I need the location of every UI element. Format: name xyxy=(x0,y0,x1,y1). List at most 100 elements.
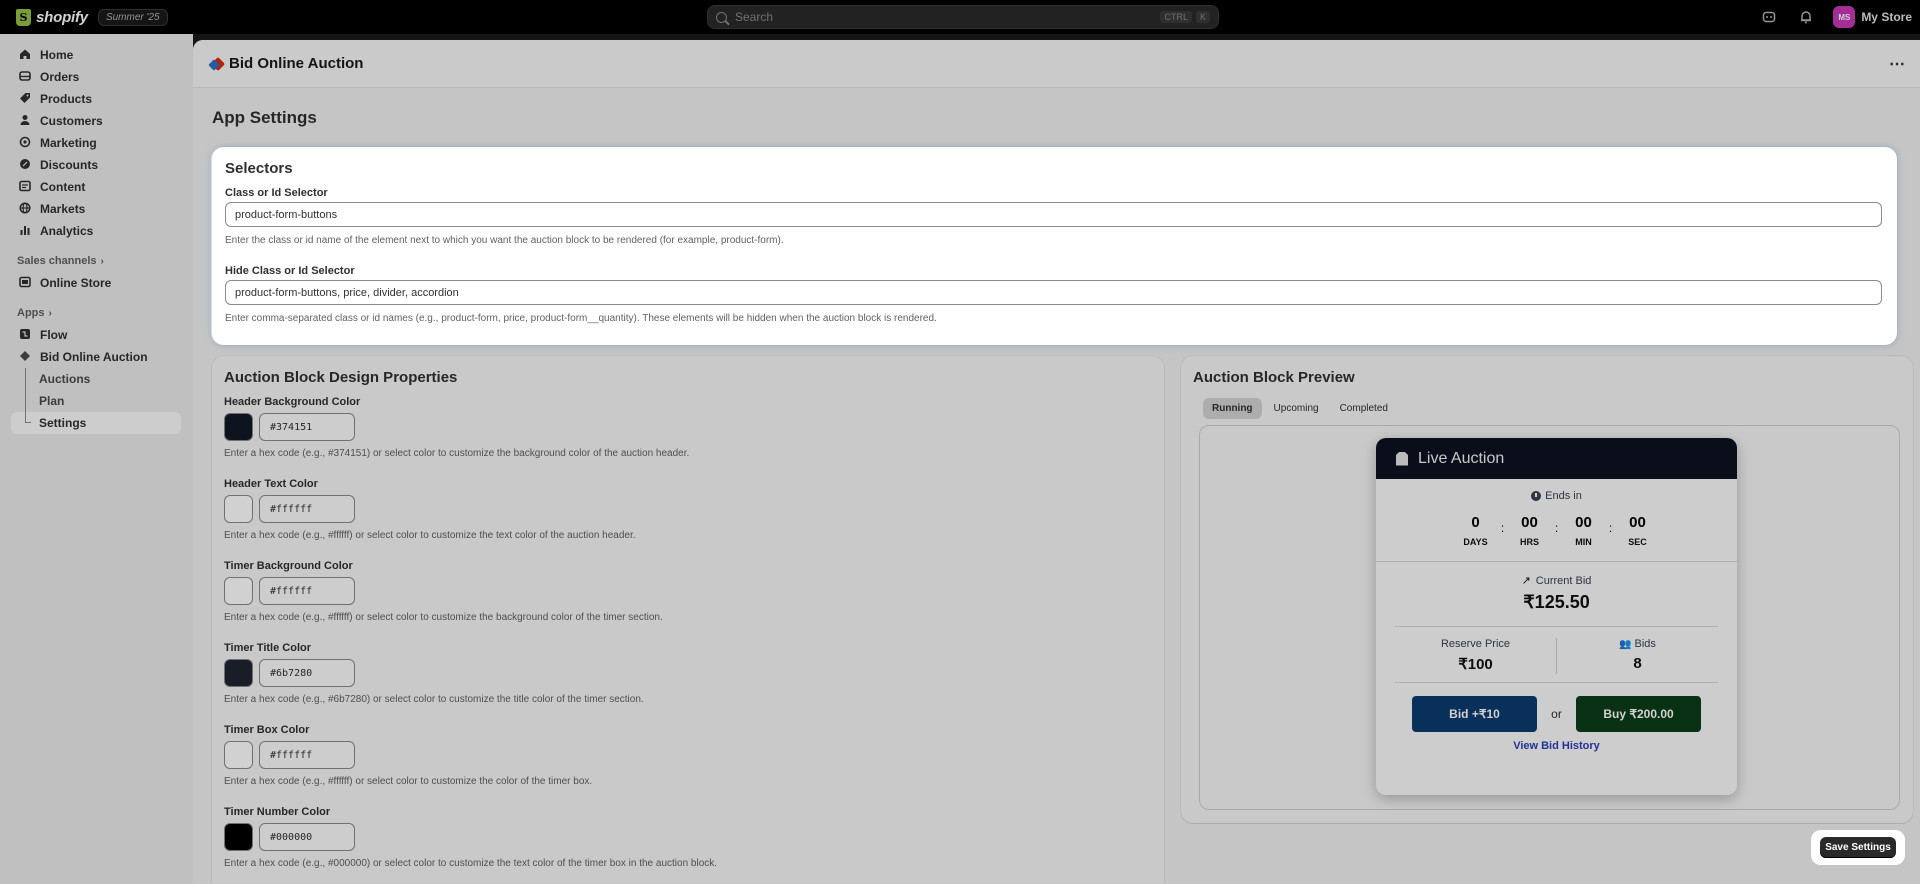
tab-completed[interactable]: Completed xyxy=(1331,398,1397,419)
ends-in-label: Ends in xyxy=(1376,490,1737,502)
buy-now-button[interactable]: Buy ₹200.00 xyxy=(1576,696,1701,732)
sidebar-item-markets[interactable]: Markets xyxy=(0,198,193,220)
color-swatch[interactable] xyxy=(224,823,253,851)
sidebar-item-bid-online-auction[interactable]: Bid Online Auction xyxy=(0,346,193,368)
bids-label: 👥 Bids xyxy=(1557,638,1718,650)
timer-unit: HRS xyxy=(1519,537,1539,547)
hide-selector-label: Hide Class or Id Selector xyxy=(225,265,355,277)
auction-app-icon xyxy=(19,350,31,365)
auction-stats: Reserve Price ₹100 👥 Bids 8 xyxy=(1395,627,1718,674)
color-swatch[interactable] xyxy=(224,741,253,769)
app-logo-icon xyxy=(208,56,226,71)
color-swatch[interactable] xyxy=(224,495,253,523)
design-field: Timer Box Color #ffffff Enter a hex code (… xyxy=(224,724,592,787)
sidebar-item-label: Markets xyxy=(40,202,86,216)
sidebar-item-label: Discounts xyxy=(40,158,99,172)
sidebar-item-online-store[interactable]: Online Store xyxy=(0,272,193,294)
shortcut-k: K xyxy=(1195,11,1210,23)
color-swatch[interactable] xyxy=(224,659,253,687)
hex-input[interactable]: #ffffff xyxy=(259,577,355,605)
timer-number: 00 xyxy=(1629,514,1646,531)
design-field-help: Enter a hex code (e.g., #ffffff) or sele… xyxy=(224,612,663,623)
hide-selector-help: Enter comma-separated class or id names … xyxy=(225,313,937,324)
search-icon xyxy=(716,11,727,23)
hex-input[interactable]: #374151 xyxy=(259,413,355,441)
color-input-row: #ffffff xyxy=(224,495,636,523)
hex-input[interactable]: #ffffff xyxy=(259,741,355,769)
timer-number: 00 xyxy=(1521,514,1538,531)
current-bid-label: ↗ Current Bid xyxy=(1376,574,1737,588)
home-icon xyxy=(19,48,31,63)
sidebar-item-marketing[interactable]: Marketing xyxy=(0,132,193,154)
design-field-label: Header Text Color xyxy=(224,478,318,490)
view-bid-history-link[interactable]: View Bid History xyxy=(1376,740,1737,752)
timer-number: 00 xyxy=(1575,514,1592,531)
class-selector-label: Class or Id Selector xyxy=(225,187,328,199)
content-icon xyxy=(19,180,31,195)
app-title-bar: Bid Online Auction ⋯ xyxy=(193,40,1920,88)
bid-button[interactable]: Bid +₹10 xyxy=(1412,696,1537,732)
timer-separator: : xyxy=(1554,521,1559,535)
color-input-row: #6b7280 xyxy=(224,659,644,687)
sidebar-item-label: Online Store xyxy=(40,276,112,290)
timer-separator: : xyxy=(1608,521,1613,535)
search-bar[interactable]: Search CTRL K xyxy=(707,5,1219,29)
hex-input[interactable]: #000000 xyxy=(259,823,355,851)
sidebar-item-flow[interactable]: Flow xyxy=(0,324,193,346)
sidebar-subitem-settings[interactable]: Settings xyxy=(11,412,181,434)
sidebar-item-home[interactable]: Home xyxy=(0,44,193,66)
sidebar-item-label: Analytics xyxy=(40,224,94,238)
brand-name: shopify xyxy=(36,8,88,26)
globe-icon xyxy=(19,201,31,217)
design-field-help: Enter a hex code (e.g., #000000) or sele… xyxy=(224,858,718,869)
sidebar-item-content[interactable]: Content xyxy=(0,176,193,198)
class-selector-input[interactable]: product-form-buttons xyxy=(225,202,1882,227)
tab-upcoming[interactable]: Upcoming xyxy=(1265,398,1328,419)
bids-value: 8 xyxy=(1633,655,1642,672)
color-swatch[interactable] xyxy=(224,577,253,605)
sidebar-item-orders[interactable]: Orders xyxy=(0,66,193,88)
sidebar-item-customers[interactable]: Customers xyxy=(0,110,193,132)
divider xyxy=(1395,682,1718,683)
sidebar-item-discounts[interactable]: Discounts xyxy=(0,154,193,176)
shopify-logo[interactable]: S shopify xyxy=(16,8,88,26)
storefront-icon xyxy=(19,276,31,291)
sidekick-icon[interactable] xyxy=(1759,7,1779,27)
color-input-row: #000000 xyxy=(224,823,717,851)
sales-channels-header[interactable]: Sales channels › xyxy=(0,250,193,272)
app-title: Bid Online Auction xyxy=(229,55,364,72)
bids-label-text: Bids xyxy=(1634,638,1656,650)
apps-header[interactable]: Apps › xyxy=(0,302,193,324)
sidebar-item-analytics[interactable]: Analytics xyxy=(0,220,193,242)
auction-header-title: Live Auction xyxy=(1418,449,1505,467)
sidebar-item-products[interactable]: Products xyxy=(0,88,193,110)
timer-number: 0 xyxy=(1471,514,1480,531)
hex-input[interactable]: #6b7280 xyxy=(259,659,355,687)
sidebar-subitem-auctions[interactable]: Auctions xyxy=(0,368,193,390)
timer-minutes: 00 MIN xyxy=(1564,514,1604,547)
auction-actions: Bid +₹10 or Buy ₹200.00 xyxy=(1376,696,1737,732)
sidebar-item-label: Orders xyxy=(40,70,80,84)
tab-running[interactable]: Running xyxy=(1203,398,1262,419)
color-swatch[interactable] xyxy=(224,413,253,441)
design-field-label: Timer Number Color xyxy=(224,806,331,818)
timer-separator: : xyxy=(1500,521,1505,535)
design-field: Header Background Color #374151 Enter a he… xyxy=(224,396,689,459)
avatar[interactable]: MS xyxy=(1833,6,1856,28)
sidebar-subitem-plan[interactable]: Plan xyxy=(0,390,193,412)
store-name[interactable]: My Store xyxy=(1861,10,1912,24)
more-actions-icon[interactable]: ⋯ xyxy=(1889,54,1906,74)
flow-icon xyxy=(19,328,31,343)
notifications-bell-icon[interactable] xyxy=(1796,7,1816,27)
edition-badge[interactable]: Summer '25 xyxy=(97,8,168,26)
hex-input[interactable]: #ffffff xyxy=(259,495,355,523)
main-content: Bid Online Auction ⋯ App Settings Select… xyxy=(193,40,1920,884)
or-separator: or xyxy=(1551,707,1562,721)
apps-label: Apps xyxy=(17,307,45,319)
hide-selector-input[interactable]: product-form-buttons, price, divider, ac… xyxy=(225,280,1882,305)
shopify-bag-icon: S xyxy=(16,8,31,26)
shortcut-ctrl: CTRL xyxy=(1160,11,1192,23)
price-tag-icon xyxy=(1396,451,1408,466)
reserve-price-label: Reserve Price xyxy=(1440,638,1511,650)
save-settings-button[interactable]: Save Settings xyxy=(1820,837,1896,858)
